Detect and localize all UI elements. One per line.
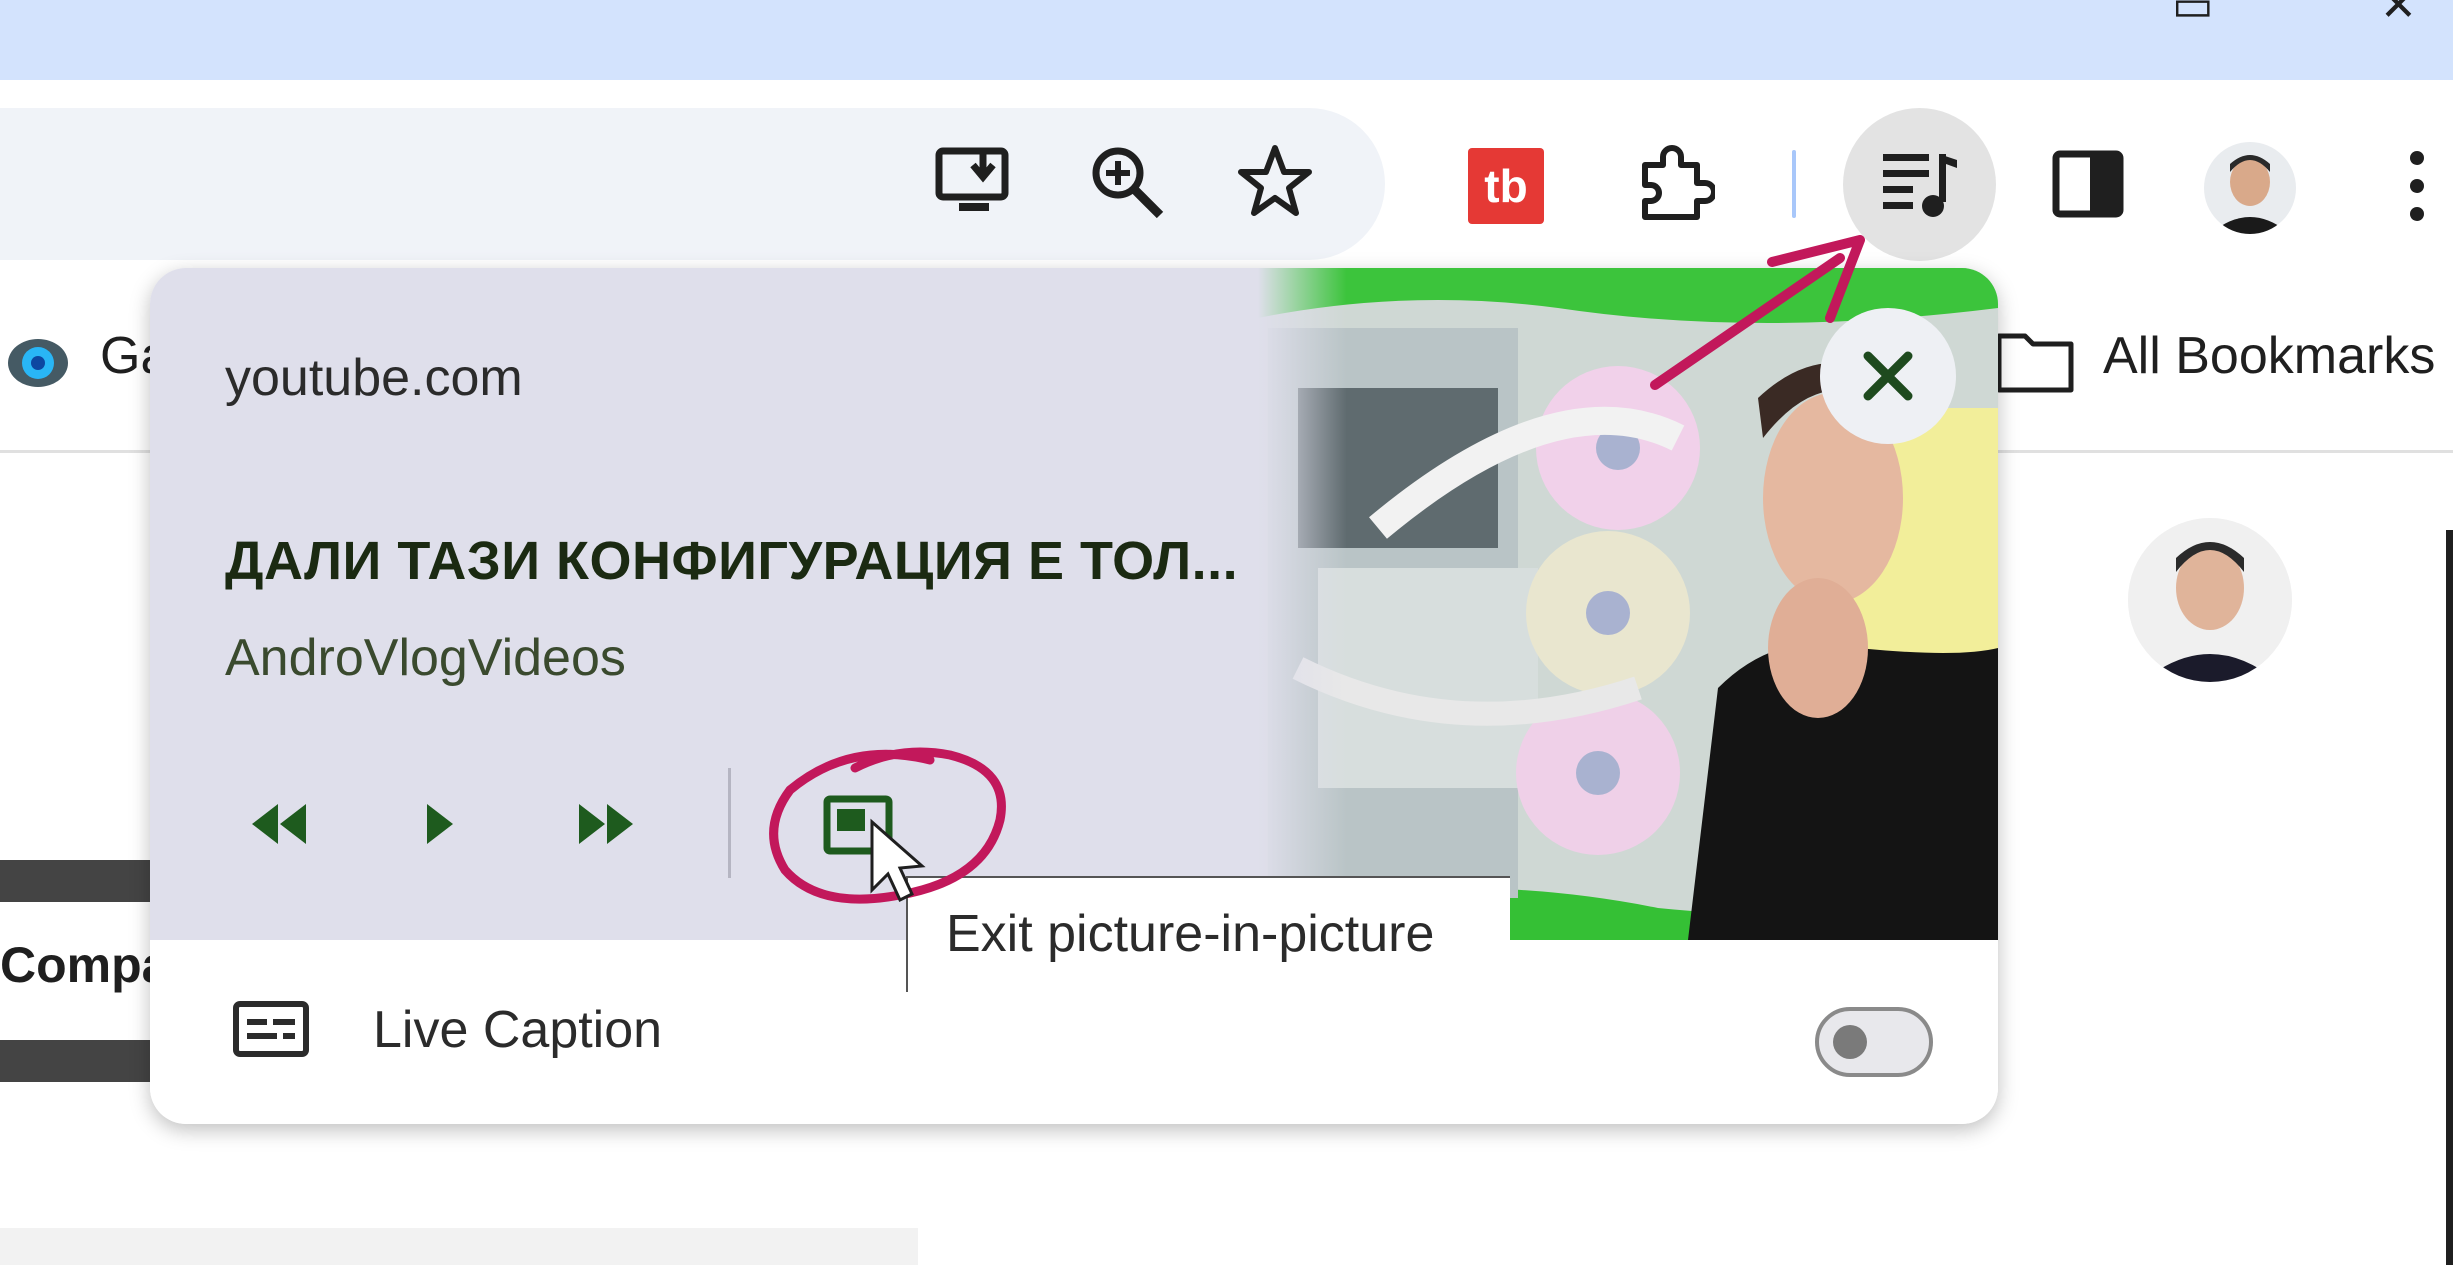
global-media-controls-panel: youtube.com ДАЛИ ТАЗИ КОНФИГУРАЦИЯ Е ТОЛ… (150, 268, 1998, 1124)
media-artist: AndroVlogVideos (225, 629, 626, 687)
toolbar-separator (1792, 150, 1796, 218)
address-bar[interactable] (0, 108, 1385, 260)
live-caption-label: Live Caption (373, 1001, 663, 1059)
live-caption-toggle[interactable] (1815, 1007, 1933, 1077)
page-scrollbar[interactable] (2446, 530, 2453, 1265)
media-item: youtube.com ДАЛИ ТАЗИ КОНФИГУРАЦИЯ Е ТОЛ… (150, 268, 1998, 940)
extension-badge-text: tb (1484, 160, 1528, 212)
bookmark-favicon-icon[interactable] (5, 330, 71, 396)
tooltip-text: Exit picture-in-picture (946, 905, 1435, 963)
toggle-knob (1833, 1025, 1867, 1059)
background-bar (0, 1040, 160, 1082)
closed-caption-icon (233, 1001, 309, 1062)
extensions-puzzle-icon[interactable] (1635, 145, 1715, 225)
compare-button-partial[interactable]: Compa (0, 936, 169, 994)
tooltip: Exit picture-in-picture (906, 876, 1510, 992)
close-media-button[interactable] (1820, 308, 1956, 444)
media-controls-button[interactable] (1843, 108, 1996, 261)
background-bar (0, 860, 160, 902)
background-panel (0, 1228, 918, 1265)
side-panel-icon[interactable] (2052, 150, 2124, 218)
previous-track-icon[interactable] (243, 796, 313, 852)
folder-icon (1995, 328, 2075, 394)
browser-toolbar: tb (0, 80, 2453, 270)
media-title: ДАЛИ ТАЗИ КОНФИГУРАЦИЯ Е ТОЛ... (225, 531, 1239, 591)
close-window-icon[interactable]: ✕ (2380, 0, 2417, 31)
profile-avatar-icon[interactable] (2204, 142, 2296, 234)
play-icon[interactable] (412, 796, 468, 852)
more-menu-icon[interactable] (2405, 148, 2429, 224)
picture-in-picture-icon[interactable] (820, 792, 896, 858)
media-source-site: youtube.com (225, 349, 523, 407)
controls-separator (728, 768, 731, 878)
zoom-icon[interactable] (1090, 145, 1166, 221)
browser-title-bar: ▭ ✕ (0, 0, 2453, 80)
all-bookmarks-label[interactable]: All Bookmarks (2103, 326, 2435, 386)
close-icon (1863, 351, 1913, 401)
tubebuddy-extension-icon[interactable]: tb (1468, 148, 1544, 224)
channel-avatar[interactable] (2128, 518, 2292, 682)
install-app-icon[interactable] (935, 145, 1015, 219)
bookmark-star-icon[interactable] (1235, 142, 1315, 220)
next-track-icon[interactable] (572, 796, 642, 852)
media-controls-icon (1881, 148, 1961, 220)
restore-window-icon[interactable]: ▭ (2172, 0, 2214, 31)
